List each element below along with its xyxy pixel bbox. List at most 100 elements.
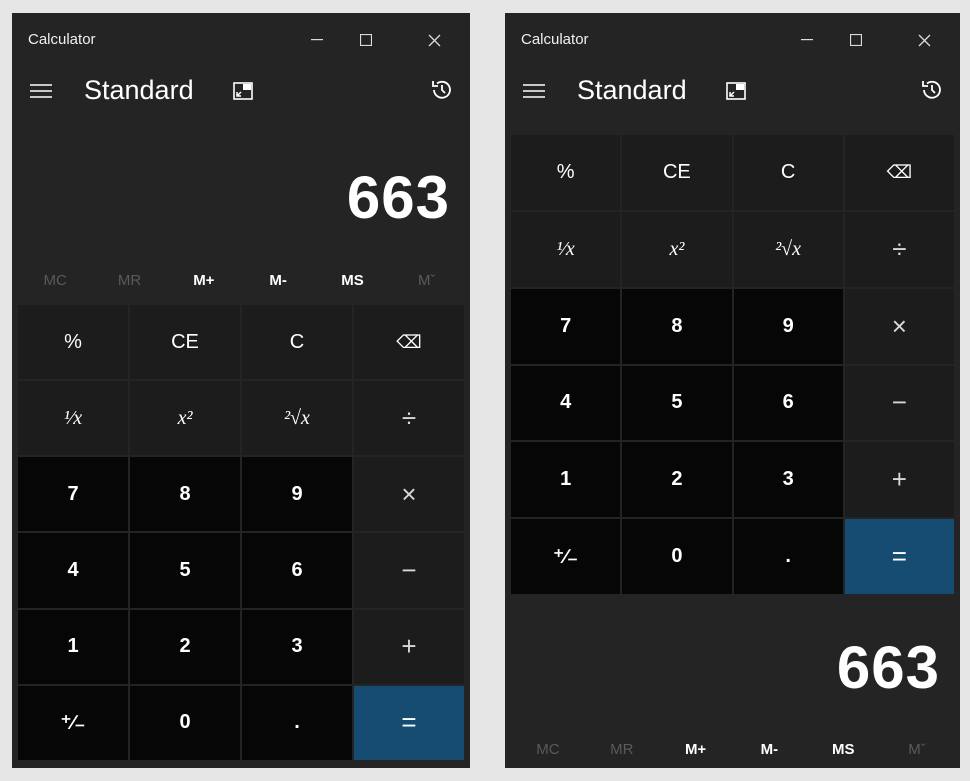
backspace-key[interactable]: ⌫ xyxy=(354,305,464,380)
key-label: 4 xyxy=(67,559,79,582)
close-button[interactable] xyxy=(416,27,452,53)
key-label: C xyxy=(780,160,796,183)
decimal-key[interactable]: . xyxy=(242,685,352,760)
digit-3-key[interactable]: 3 xyxy=(242,609,352,684)
memory-clear-button[interactable]: MC xyxy=(511,734,585,764)
divide-key[interactable]: ÷ xyxy=(354,381,464,456)
calculator-window-right: Calculator Standard % CE C ⌫ ¹⁄x x² ²√x ÷ 7 8 9 × 4 5… xyxy=(505,13,960,768)
key-label: + xyxy=(891,464,907,495)
memory-add-button[interactable]: M+ xyxy=(659,734,733,764)
key-label: C xyxy=(289,330,305,353)
reciprocal-key[interactable]: ¹⁄x xyxy=(18,381,128,456)
display-area: 663 xyxy=(505,603,960,723)
key-label: ¹⁄x xyxy=(556,237,575,260)
minimize-icon xyxy=(801,39,813,41)
key-label: ²√x xyxy=(284,406,310,429)
digit-CE-key[interactable]: CE xyxy=(130,305,240,380)
add-key[interactable]: + xyxy=(354,609,464,684)
minimize-button[interactable] xyxy=(299,27,335,53)
digit-0-key[interactable]: 0 xyxy=(130,685,240,760)
square-root-key[interactable]: ²√x xyxy=(242,381,352,456)
negate-key[interactable]: ⁺∕₋ xyxy=(511,519,621,594)
key-label: 0 xyxy=(179,711,191,734)
memory-list-button[interactable]: Mˇ xyxy=(880,734,954,764)
key-label: 2 xyxy=(671,468,683,491)
menu-button[interactable] xyxy=(521,81,547,101)
decimal-key[interactable]: . xyxy=(733,519,843,594)
digit-C-key[interactable]: C xyxy=(733,135,843,210)
key-label: 1 xyxy=(560,468,572,491)
multiply-key[interactable]: × xyxy=(844,288,954,364)
digit-8-key[interactable]: 8 xyxy=(130,457,240,532)
memory-add-button[interactable]: M+ xyxy=(167,265,241,295)
divide-key[interactable]: ÷ xyxy=(844,211,954,287)
memory-store-button[interactable]: MS xyxy=(806,734,880,764)
keep-on-top-icon xyxy=(726,82,746,100)
digit-2-key[interactable]: 2 xyxy=(130,609,240,684)
digit-1-key[interactable]: 1 xyxy=(511,442,621,518)
mode-title: Standard xyxy=(84,75,194,105)
square-key[interactable]: x² xyxy=(130,381,240,456)
digit-4-key[interactable]: 4 xyxy=(511,365,621,441)
key-label: 9 xyxy=(782,314,794,337)
keep-on-top-button[interactable] xyxy=(231,79,255,103)
backspace-key[interactable]: ⌫ xyxy=(844,135,954,210)
digit-%-key[interactable]: % xyxy=(18,305,128,380)
key-label: 3 xyxy=(291,635,303,658)
digit-CE-key[interactable]: CE xyxy=(622,135,732,210)
multiply-key[interactable]: × xyxy=(354,457,464,532)
digit-7-key[interactable]: 7 xyxy=(511,288,621,364)
memory-subtract-button[interactable]: M- xyxy=(732,734,806,764)
key-label: 1 xyxy=(67,635,79,658)
key-label: ÷ xyxy=(892,233,907,264)
digit-7-key[interactable]: 7 xyxy=(18,457,128,532)
digit-6-key[interactable]: 6 xyxy=(733,365,843,441)
reciprocal-key[interactable]: ¹⁄x xyxy=(511,211,621,287)
key-label: . xyxy=(294,711,300,734)
digit-4-key[interactable]: 4 xyxy=(18,533,128,608)
digit-%-key[interactable]: % xyxy=(511,135,621,210)
memory-store-button[interactable]: MS xyxy=(315,265,389,295)
memory-recall-button[interactable]: MR xyxy=(92,265,166,295)
maximize-button[interactable] xyxy=(838,27,874,53)
digit-6-key[interactable]: 6 xyxy=(242,533,352,608)
history-button[interactable] xyxy=(428,76,456,104)
square-key[interactable]: x² xyxy=(622,211,732,287)
memory-list-button[interactable]: Mˇ xyxy=(390,265,464,295)
close-button[interactable] xyxy=(906,27,942,53)
key-label: = xyxy=(401,707,417,738)
memory-subtract-button[interactable]: M- xyxy=(241,265,315,295)
digit-5-key[interactable]: 5 xyxy=(622,365,732,441)
digit-3-key[interactable]: 3 xyxy=(733,442,843,518)
digit-9-key[interactable]: 9 xyxy=(242,457,352,532)
equals-key[interactable]: = xyxy=(844,519,954,594)
history-button[interactable] xyxy=(918,76,946,104)
title-bar: Calculator xyxy=(12,13,470,63)
digit-C-key[interactable]: C xyxy=(242,305,352,380)
digit-9-key[interactable]: 9 xyxy=(733,288,843,364)
key-label: − xyxy=(891,387,907,418)
negate-key[interactable]: ⁺∕₋ xyxy=(18,685,128,760)
digit-1-key[interactable]: 1 xyxy=(18,609,128,684)
maximize-button[interactable] xyxy=(348,27,384,53)
menu-button[interactable] xyxy=(28,81,54,101)
add-key[interactable]: + xyxy=(844,442,954,518)
subtract-key[interactable]: − xyxy=(354,533,464,608)
key-label: . xyxy=(785,545,791,568)
key-label: 7 xyxy=(560,314,572,337)
equals-key[interactable]: = xyxy=(354,685,464,760)
square-root-key[interactable]: ²√x xyxy=(733,211,843,287)
memory-recall-button[interactable]: MR xyxy=(585,734,659,764)
key-label: CE xyxy=(171,330,199,353)
memory-clear-button[interactable]: MC xyxy=(18,265,92,295)
mode-title: Standard xyxy=(577,75,687,105)
digit-2-key[interactable]: 2 xyxy=(622,442,732,518)
digit-5-key[interactable]: 5 xyxy=(130,533,240,608)
display-value: 663 xyxy=(836,634,940,701)
digit-0-key[interactable]: 0 xyxy=(622,519,732,594)
subtract-key[interactable]: − xyxy=(844,365,954,441)
keep-on-top-button[interactable] xyxy=(724,79,748,103)
key-label: × xyxy=(401,478,417,509)
digit-8-key[interactable]: 8 xyxy=(622,288,732,364)
minimize-button[interactable] xyxy=(789,27,825,53)
